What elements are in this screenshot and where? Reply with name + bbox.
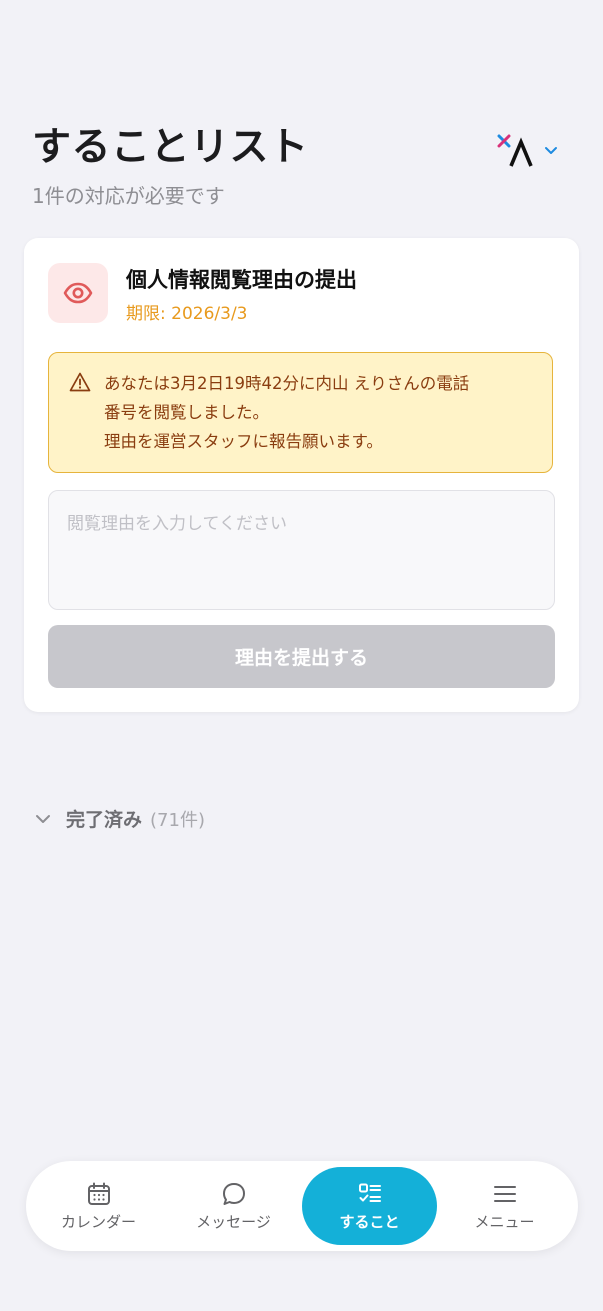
nav-item-todo[interactable]: すること xyxy=(302,1167,437,1245)
warning-line-1: あなたは3月2日19時42分に内山 えりさんの電話 xyxy=(104,374,470,393)
completed-count: (71件) xyxy=(150,809,205,831)
todo-list-screen: することリスト 1件の対応が必要です 個人情報閲覧理由の提出 期限: 2026/… xyxy=(0,0,603,1311)
submit-reason-button[interactable]: 理由を提出する xyxy=(48,625,555,688)
completed-label: 完了済み xyxy=(66,809,143,831)
chevron-down-icon xyxy=(545,147,557,154)
checklist-icon xyxy=(358,1183,381,1202)
eye-icon xyxy=(63,282,93,304)
task-card: 個人情報閲覧理由の提出 期限: 2026/3/3 あなたは3月2日19時42分に… xyxy=(24,238,579,712)
warning-notice: あなたは3月2日19時42分に内山 えりさんの電話 番号を閲覧しました。 理由を… xyxy=(48,352,553,473)
nav-item-messages[interactable]: メッセージ xyxy=(166,1167,301,1245)
warning-line-2: 番号を閲覧しました。 xyxy=(104,403,269,422)
chat-bubble-icon xyxy=(222,1182,245,1205)
task-title: 個人情報閲覧理由の提出 xyxy=(126,268,357,292)
menu-icon xyxy=(493,1185,516,1202)
reason-input[interactable] xyxy=(48,490,555,610)
page-title: することリスト xyxy=(32,125,309,170)
nav-item-calendar[interactable]: カレンダー xyxy=(31,1167,166,1245)
nav-label-menu: メニュー xyxy=(474,1212,535,1231)
nav-label-messages: メッセージ xyxy=(196,1212,271,1231)
completed-section-toggle[interactable]: 完了済み (71件) xyxy=(34,805,205,832)
account-switcher[interactable] xyxy=(497,132,559,168)
warning-message: あなたは3月2日19時42分に内山 えりさんの電話 番号を閲覧しました。 理由を… xyxy=(104,369,544,456)
page-subtitle: 1件の対応が必要です xyxy=(32,184,225,208)
nav-label-calendar: カレンダー xyxy=(60,1212,136,1231)
chevron-down-icon xyxy=(36,814,50,823)
nav-label-todo: すること xyxy=(339,1212,400,1231)
logo-x-lambda-icon xyxy=(497,134,533,167)
page-header: することリスト 1件の対応が必要です xyxy=(32,122,572,209)
warning-triangle-icon xyxy=(69,372,91,392)
bottom-navigation: カレンダー メッセージ すること メニュー xyxy=(26,1161,578,1251)
nav-item-menu[interactable]: メニュー xyxy=(437,1167,572,1245)
task-deadline: 期限: 2026/3/3 xyxy=(126,304,248,324)
task-icon-container xyxy=(48,263,108,323)
calendar-icon xyxy=(87,1182,110,1205)
warning-line-3: 理由を運営スタッフに報告願います。 xyxy=(104,432,383,451)
